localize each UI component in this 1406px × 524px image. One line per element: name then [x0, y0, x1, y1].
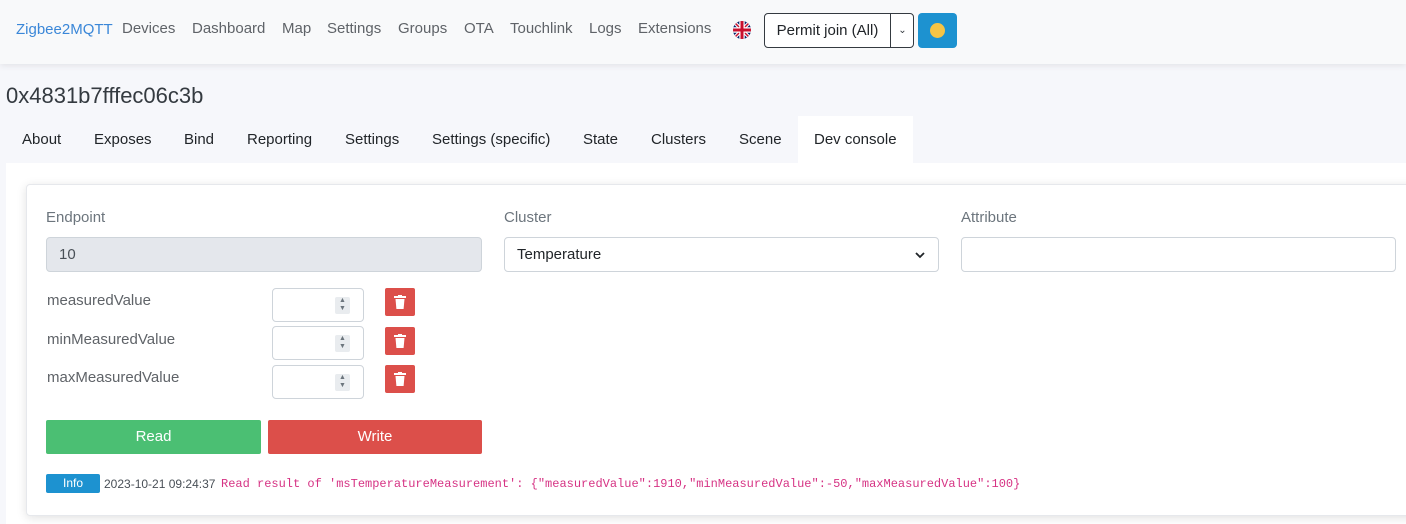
endpoint-select[interactable]: 10	[46, 237, 482, 272]
attribute-value-input[interactable]: ▲ ▼	[272, 288, 364, 322]
tab-exposes[interactable]: Exposes	[78, 116, 168, 163]
endpoint-label: Endpoint	[46, 209, 106, 226]
trash-icon	[394, 372, 406, 386]
uk-flag-icon[interactable]	[733, 21, 751, 39]
nav-dashboard[interactable]: Dashboard	[192, 20, 265, 37]
top-navbar: Zigbee2MQTT Devices Dashboard Map Settin…	[0, 0, 1406, 64]
cluster-label: Cluster	[504, 209, 552, 226]
tab-scene[interactable]: Scene	[723, 116, 798, 163]
delete-attribute-button[interactable]	[385, 288, 415, 316]
attribute-value-input[interactable]: ▲ ▼	[272, 326, 364, 360]
chevron-down-icon	[915, 252, 925, 259]
delete-attribute-button[interactable]	[385, 365, 415, 393]
attribute-label: Attribute	[961, 209, 1017, 226]
nav-ota[interactable]: OTA	[464, 20, 494, 37]
nav-logs[interactable]: Logs	[589, 20, 622, 37]
attribute-value-input[interactable]: ▲ ▼	[272, 365, 364, 399]
attribute-name: maxMeasuredValue	[47, 369, 180, 386]
permit-join-dropdown-toggle[interactable]: ⌄	[892, 14, 913, 47]
permit-join-button-group: Permit join (All) ⌄	[764, 13, 914, 48]
tab-state[interactable]: State	[567, 116, 634, 163]
nav-map[interactable]: Map	[282, 20, 311, 37]
theme-toggle-button[interactable]	[918, 13, 957, 48]
attribute-input[interactable]	[961, 237, 1396, 272]
nav-touchlink[interactable]: Touchlink	[510, 20, 573, 37]
nav-groups[interactable]: Groups	[398, 20, 447, 37]
attribute-name: minMeasuredValue	[47, 331, 176, 348]
smiley-icon	[930, 23, 945, 38]
number-spinner-icon[interactable]: ▲ ▼	[335, 335, 350, 352]
permit-join-button[interactable]: Permit join (All)	[765, 14, 891, 47]
nav-settings[interactable]: Settings	[327, 20, 381, 37]
trash-icon	[394, 295, 406, 309]
dev-console-card	[26, 184, 1406, 516]
cluster-select[interactable]: Temperature	[504, 237, 939, 272]
trash-icon	[394, 334, 406, 348]
nav-devices[interactable]: Devices	[122, 20, 175, 37]
attribute-name: measuredValue	[47, 292, 151, 309]
log-message: Read result of 'msTemperatureMeasurement…	[221, 477, 1021, 491]
tab-dev-console[interactable]: Dev console	[798, 116, 913, 163]
tab-clusters[interactable]: Clusters	[635, 116, 722, 163]
log-level-badge: Info	[46, 474, 100, 493]
device-title: 0x4831b7fffec06c3b	[6, 83, 204, 108]
tab-settings-specific[interactable]: Settings (specific)	[416, 116, 566, 163]
tab-bind[interactable]: Bind	[168, 116, 230, 163]
chevron-down-icon: ⌄	[898, 25, 907, 36]
log-timestamp: 2023-10-21 09:24:37	[104, 477, 216, 491]
tab-reporting[interactable]: Reporting	[231, 116, 328, 163]
number-spinner-icon[interactable]: ▲ ▼	[335, 374, 350, 391]
tab-settings[interactable]: Settings	[329, 116, 415, 163]
cluster-select-value: Temperature	[517, 246, 602, 263]
delete-attribute-button[interactable]	[385, 327, 415, 355]
read-button[interactable]: Read	[46, 420, 261, 454]
write-button[interactable]: Write	[268, 420, 482, 454]
brand-link[interactable]: Zigbee2MQTT	[16, 21, 113, 38]
nav-extensions[interactable]: Extensions	[638, 20, 711, 37]
tab-about[interactable]: About	[6, 116, 77, 163]
number-spinner-icon[interactable]: ▲ ▼	[335, 297, 350, 314]
